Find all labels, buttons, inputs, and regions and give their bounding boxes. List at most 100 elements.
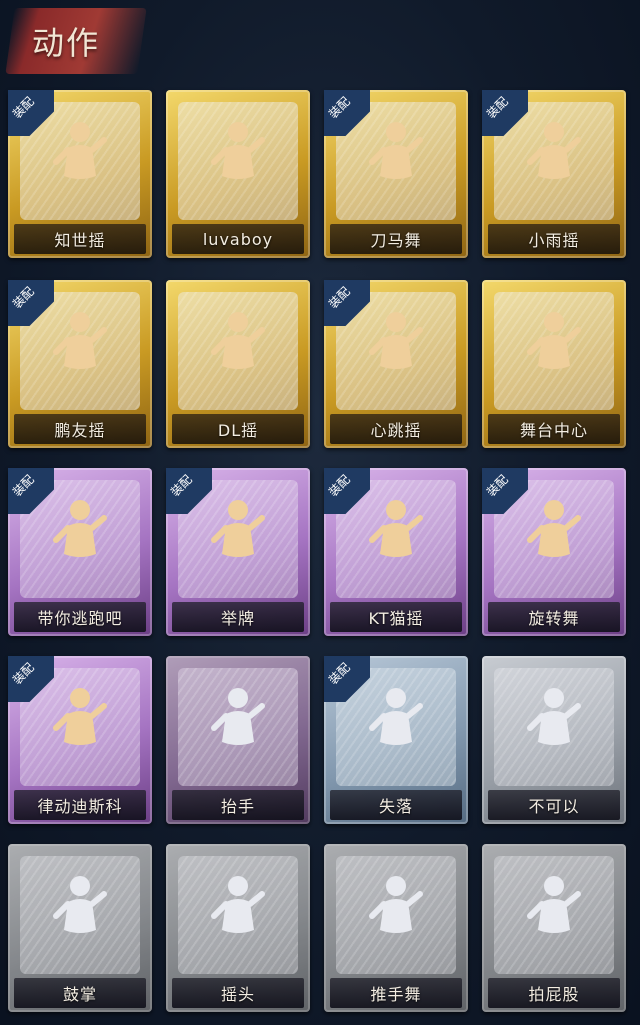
emote-name: 举牌: [220, 609, 255, 628]
emote-card[interactable]: 装配刀马舞: [322, 88, 470, 260]
card-label-bar: KT猫摇: [330, 602, 462, 632]
emote-card[interactable]: 拍屁股: [480, 842, 628, 1014]
dance-pose-icon: [366, 496, 426, 570]
equipped-badge-label: 装配: [325, 472, 353, 500]
card-label-bar: 带你逃跑吧: [14, 602, 146, 632]
card-label-bar: 拍屁股: [488, 978, 620, 1008]
equipped-badge-label: 装配: [9, 660, 37, 688]
card-label-bar: 知世摇: [14, 224, 146, 254]
page-title: 动作: [32, 24, 101, 62]
equipped-badge: 装配: [324, 90, 370, 136]
crawl-pose-icon: [366, 684, 426, 758]
emote-name: 旋转舞: [528, 609, 580, 628]
spin-dance-icon: [524, 496, 584, 570]
header: 动作: [0, 0, 640, 82]
emote-card[interactable]: 装配带你逃跑吧: [6, 466, 154, 638]
raise-hand-icon: [208, 684, 268, 758]
card-label-bar: 心跳摇: [330, 414, 462, 444]
dance-pose-icon: [524, 118, 584, 192]
emote-card[interactable]: 装配知世摇: [6, 88, 154, 260]
card-label-bar: 小雨摇: [488, 224, 620, 254]
emote-card[interactable]: 装配小雨摇: [480, 88, 628, 260]
hold-sign-icon: [208, 496, 268, 570]
equipped-badge-label: 装配: [9, 284, 37, 312]
emote-card[interactable]: 装配举牌: [164, 466, 312, 638]
dance-pose-icon: [50, 496, 110, 570]
card-label-bar: luvaboy: [172, 224, 304, 254]
equipped-badge: 装配: [482, 90, 528, 136]
emote-card[interactable]: 装配鹏友摇: [6, 278, 154, 450]
dance-pose-icon: [208, 118, 268, 192]
dance-pose-icon: [50, 118, 110, 192]
dance-pose-icon: [366, 118, 426, 192]
card-label-bar: 律动迪斯科: [14, 790, 146, 820]
dance-pose-icon: [50, 308, 110, 382]
equipped-badge-label: 装配: [325, 660, 353, 688]
emote-name: 舞台中心: [519, 421, 588, 440]
card-label-bar: 失落: [330, 790, 462, 820]
equipped-badge-label: 装配: [9, 94, 37, 122]
push-hands-icon: [366, 872, 426, 946]
emote-name: 失落: [378, 797, 413, 816]
emote-card[interactable]: 装配失落: [322, 654, 470, 826]
emote-card[interactable]: 抬手: [164, 654, 312, 826]
card-label-bar: 旋转舞: [488, 602, 620, 632]
emote-card[interactable]: luvaboy: [164, 88, 312, 260]
emote-name: KT猫摇: [368, 609, 424, 628]
card-label-bar: DL摇: [172, 414, 304, 444]
emote-name: 鼓掌: [62, 985, 97, 1004]
equipped-badge: 装配: [8, 656, 54, 702]
dance-pose-icon: [524, 308, 584, 382]
emote-name: 推手舞: [370, 985, 422, 1004]
disco-pose-icon: [50, 684, 110, 758]
card-label-bar: 舞台中心: [488, 414, 620, 444]
card-label-bar: 不可以: [488, 790, 620, 820]
card-label-bar: 刀马舞: [330, 224, 462, 254]
equipped-badge-label: 装配: [325, 284, 353, 312]
emote-name: 知世摇: [54, 231, 106, 250]
emote-card[interactable]: 舞台中心: [480, 278, 628, 450]
card-label-bar: 鹏友摇: [14, 414, 146, 444]
shake-head-icon: [208, 872, 268, 946]
emote-name: 摇头: [220, 985, 255, 1004]
emote-card[interactable]: 摇头: [164, 842, 312, 1014]
equipped-badge: 装配: [8, 280, 54, 326]
emote-card[interactable]: 装配律动迪斯科: [6, 654, 154, 826]
equipped-badge: 装配: [324, 280, 370, 326]
card-label-bar: 举牌: [172, 602, 304, 632]
card-label-bar: 抬手: [172, 790, 304, 820]
dance-pose-icon: [366, 308, 426, 382]
dance-pose-icon: [208, 308, 268, 382]
equipped-badge-label: 装配: [483, 472, 511, 500]
emote-card[interactable]: 装配心跳摇: [322, 278, 470, 450]
emote-name: 小雨摇: [528, 231, 580, 250]
equipped-badge: 装配: [166, 468, 212, 514]
emote-name: 抬手: [220, 797, 255, 816]
emote-name: luvaboy: [202, 229, 274, 249]
emote-card[interactable]: 装配旋转舞: [480, 466, 628, 638]
emote-card[interactable]: 装配 KT猫摇: [322, 466, 470, 638]
emote-card[interactable]: 推手舞: [322, 842, 470, 1014]
equipped-badge-label: 装配: [167, 472, 195, 500]
equipped-badge: 装配: [324, 656, 370, 702]
finger-wag-icon: [524, 684, 584, 758]
equipped-badge-label: 装配: [483, 94, 511, 122]
card-label-bar: 推手舞: [330, 978, 462, 1008]
emote-name: 律动迪斯科: [37, 797, 123, 816]
emote-card[interactable]: DL摇: [164, 278, 312, 450]
equipped-badge: 装配: [8, 468, 54, 514]
equipped-badge-label: 装配: [9, 472, 37, 500]
emote-name: 不可以: [528, 797, 580, 816]
emote-card[interactable]: 鼓掌: [6, 842, 154, 1014]
equipped-badge: 装配: [324, 468, 370, 514]
emote-name: 心跳摇: [370, 421, 422, 440]
equipped-badge: 装配: [482, 468, 528, 514]
equipped-badge-label: 装配: [325, 94, 353, 122]
emote-name: 鹏友摇: [54, 421, 106, 440]
emote-grid: 装配 知世摇 luvaboy 装配 刀马舞 装配 小雨摇 装配 鹏友摇 DL摇 装配 心跳摇 舞台中心装…: [0, 88, 640, 1018]
emote-card[interactable]: 不可以: [480, 654, 628, 826]
pat-icon: [524, 872, 584, 946]
emote-name: DL摇: [217, 421, 259, 440]
equipped-badge: 装配: [8, 90, 54, 136]
card-label-bar: 摇头: [172, 978, 304, 1008]
